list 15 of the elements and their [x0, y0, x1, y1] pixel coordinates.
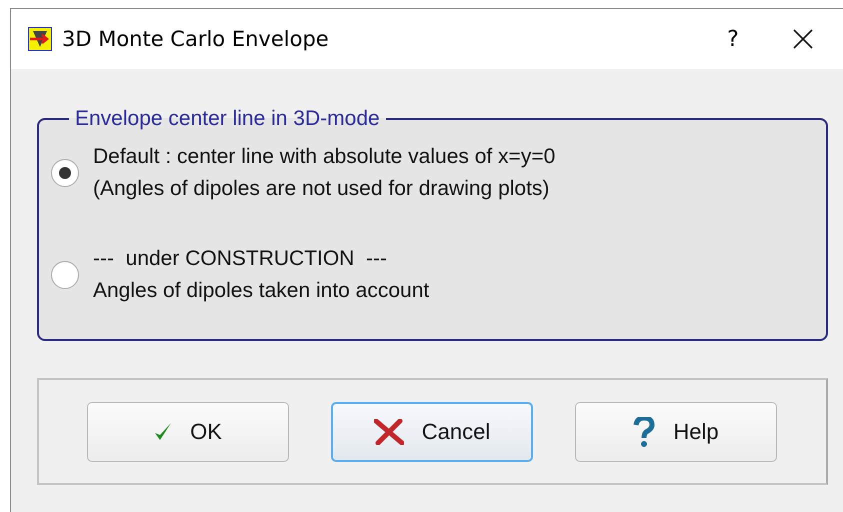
cross-icon [374, 418, 404, 444]
help-button[interactable]: ? [703, 17, 763, 61]
radio-button[interactable] [51, 261, 79, 289]
window-title: 3D Monte Carlo Envelope [62, 27, 330, 51]
help-icon [633, 416, 656, 446]
help-button[interactable]: Help [575, 402, 777, 462]
option-label[interactable]: --- under CONSTRUCTION --- Angles of dipoles taken into account [93, 243, 430, 307]
app-icon [28, 27, 52, 51]
close-icon [793, 29, 813, 49]
ok-button[interactable]: OK [87, 402, 289, 462]
radio-button[interactable] [51, 159, 79, 187]
group-title: Envelope center line in 3D-mode [74, 107, 381, 131]
check-icon [154, 422, 172, 442]
cancel-button[interactable]: Cancel [331, 402, 533, 462]
option-label[interactable]: Default : center line with absolute values of x=y=0 (Angles of dipoles are not used for drawing plots) [93, 141, 556, 205]
